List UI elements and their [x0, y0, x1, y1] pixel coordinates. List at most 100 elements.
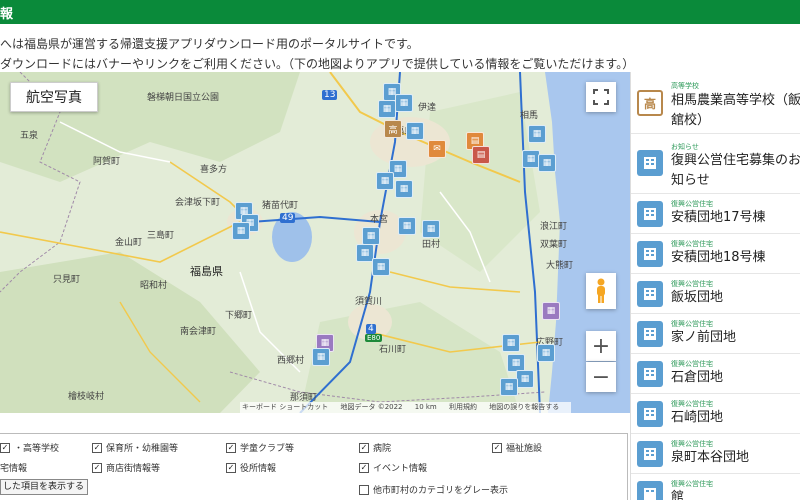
show-selected-button[interactable]: した項目を表示する — [0, 479, 88, 495]
filter-events[interactable]: ✓ イベント情報 — [359, 461, 427, 474]
map-marker-housing[interactable]: ▦ — [378, 100, 396, 118]
apartment-icon — [637, 150, 663, 176]
place-tadami: 只見町 — [53, 275, 81, 285]
list-item[interactable]: 復興公営住宅 安積団地17号棟 — [631, 194, 800, 234]
checkbox[interactable]: ✓ — [92, 462, 102, 473]
place-fukushima-pref: 福島県 — [190, 265, 223, 278]
filter-welfare[interactable]: ✓ 福祉施設 — [492, 441, 542, 454]
zoom-out-button[interactable]: − — [586, 362, 616, 392]
map-marker-housing[interactable]: ▦ — [232, 222, 250, 240]
place-mishima: 三島町 — [147, 231, 175, 241]
map-marker-housing[interactable]: ▦ — [395, 180, 413, 198]
place-hinoemata: 檜枝岐村 — [68, 392, 105, 402]
place-futaba: 双葉町 — [540, 240, 568, 250]
filter-afterschool[interactable]: ✓ 学童クラブ等 — [226, 441, 294, 454]
checkbox[interactable]: ✓ — [226, 442, 236, 453]
place-kitakata: 喜多方 — [200, 165, 228, 175]
place-tamura: 田村 — [422, 240, 441, 250]
intro-line-2: ダウンロードにはバナーやリンクをご利用ください。（下の地図よりアプリで提供してい… — [0, 57, 635, 71]
filter-hospital[interactable]: ✓ 病院 — [359, 441, 391, 454]
map-marker-housing[interactable]: ▦ — [422, 220, 440, 238]
place-motomiya: 本宮 — [370, 215, 389, 225]
place-nishigo: 西郷村 — [277, 356, 305, 366]
place-kaneyama: 金山町 — [115, 238, 143, 248]
list-item[interactable]: 復興公営住宅 館 — [631, 474, 800, 500]
filter-nursery[interactable]: ✓ 保育所・幼稚園等 — [92, 441, 178, 454]
checkbox[interactable]: ✓ — [359, 462, 369, 473]
page-title: 報 — [0, 7, 14, 22]
route-shield-4: 4 — [366, 324, 376, 334]
map-marker-housing[interactable]: ▦ — [395, 94, 413, 112]
apartment-icon — [637, 361, 663, 387]
place-gosen: 五泉 — [20, 131, 39, 141]
apartment-icon — [637, 281, 663, 307]
pegman-icon[interactable] — [586, 273, 616, 309]
category-filter-panel: ✓ ・高等学校 ✓ 保育所・幼稚園等 ✓ 学童クラブ等 ✓ 病院 ✓ 福祉施設 宅情報 ✓… — [0, 433, 628, 500]
map-marker-housing[interactable]: ▦ — [372, 258, 390, 276]
place-shimogo: 下郷町 — [225, 311, 253, 321]
place-okuma: 大熊町 — [546, 261, 574, 271]
map-marker-housing[interactable]: ▦ — [406, 122, 424, 140]
apartment-icon — [637, 481, 663, 500]
map-marker-housing[interactable]: ▦ — [516, 370, 534, 388]
list-item[interactable]: 復興公営住宅 飯坂団地 — [631, 274, 800, 314]
map-view[interactable]: 13 49 4 E80 磐梯朝日国立公園 喜多方 会津坂下町 猪苗代町 三島町 … — [0, 72, 630, 413]
checkbox[interactable]: ✓ — [492, 442, 502, 453]
checkbox[interactable] — [359, 484, 369, 495]
map-marker-housing[interactable]: ▦ — [500, 378, 518, 396]
list-item[interactable]: 復興公営住宅 家ノ前団地 — [631, 314, 800, 354]
apartment-icon — [637, 321, 663, 347]
map-marker-event[interactable]: ▦ — [542, 302, 560, 320]
route-shield-13: 13 — [322, 90, 338, 100]
list-item[interactable]: 復興公営住宅 石倉団地 — [631, 354, 800, 394]
place-minamiaizu: 南会津町 — [180, 327, 217, 337]
terms-link[interactable]: 利用規約 — [449, 403, 477, 411]
checkbox[interactable]: ✓ — [92, 442, 102, 453]
map-marker-housing[interactable]: ▦ — [537, 344, 555, 362]
filter-housing[interactable]: 宅情報 — [0, 461, 27, 474]
report-error-link[interactable]: 地図の誤りを報告する — [489, 403, 559, 411]
filter-government[interactable]: ✓ 役所情報 — [226, 461, 276, 474]
map-marker-housing[interactable]: ▦ — [312, 348, 330, 366]
checkbox[interactable]: ✓ — [226, 462, 236, 473]
map-marker-school[interactable]: 高 — [384, 120, 402, 138]
map-marker-housing[interactable]: ▦ — [502, 334, 520, 352]
list-item[interactable]: 高 高等学校 相馬農業高等学校（飯 舘校） — [631, 72, 800, 134]
place-namie: 浪江町 — [540, 222, 568, 232]
zoom-in-button[interactable]: + — [586, 331, 616, 361]
list-item[interactable]: お知らせ 復興公営住宅募集のお 知らせ — [631, 134, 800, 194]
apartment-icon — [637, 201, 663, 227]
intro-line-1: へは福島県が運営する帰還支援アプリダウンロード用のポータルサイトです。 — [0, 37, 419, 51]
intro-text: へは福島県が運営する帰還支援アプリダウンロード用のポータルサイトです。 ダウンロ… — [0, 34, 800, 74]
checkbox[interactable]: ✓ — [359, 442, 369, 453]
map-marker-housing[interactable]: ▦ — [528, 125, 546, 143]
map-scale[interactable]: 10 km — [415, 403, 437, 411]
checkbox[interactable]: ✓ — [0, 442, 10, 453]
map-marker-housing[interactable]: ▦ — [398, 217, 416, 235]
place-inawashiro: 猪苗代町 — [262, 201, 299, 211]
filter-highschool[interactable]: ✓ ・高等学校 — [0, 441, 59, 454]
map-marker-housing[interactable]: ▦ — [538, 154, 556, 172]
filter-shopping[interactable]: ✓ 商店街情報等 — [92, 461, 160, 474]
header-bar: 報 — [0, 0, 800, 24]
map-marker-housing[interactable]: ▦ — [376, 172, 394, 190]
aerial-photo-button[interactable]: 航空写真 — [10, 82, 98, 112]
list-item[interactable]: 復興公営住宅 石崎団地 — [631, 394, 800, 434]
filter-gray-other-municipalities[interactable]: 他市町村のカテゴリをグレー表示 — [359, 483, 508, 496]
map-marker-event[interactable]: ▤ — [472, 146, 490, 164]
fullscreen-icon[interactable] — [586, 82, 616, 112]
place-ishikawa: 石川町 — [379, 345, 407, 355]
apartment-icon — [637, 241, 663, 267]
map-marker-housing[interactable]: ▦ — [362, 227, 380, 245]
apartment-icon — [637, 441, 663, 467]
list-item[interactable]: 復興公営住宅 泉町本谷団地 — [631, 434, 800, 474]
route-shield-e80: E80 — [365, 334, 383, 342]
keyboard-shortcuts-link[interactable]: キーボード ショートカット — [242, 403, 328, 411]
route-shield-49: 49 — [280, 213, 296, 223]
place-aga: 阿賀町 — [93, 157, 121, 167]
list-item[interactable]: 復興公営住宅 安積団地18号棟 — [631, 234, 800, 274]
place-date: 伊達 — [418, 103, 437, 113]
map-attribution: キーボード ショートカット 地図データ ©2022 10 km 利用規約 地図の… — [240, 402, 572, 413]
map-marker-shop[interactable]: ✉ — [428, 140, 446, 158]
place-bandai: 磐梯朝日国立公園 — [147, 93, 220, 103]
